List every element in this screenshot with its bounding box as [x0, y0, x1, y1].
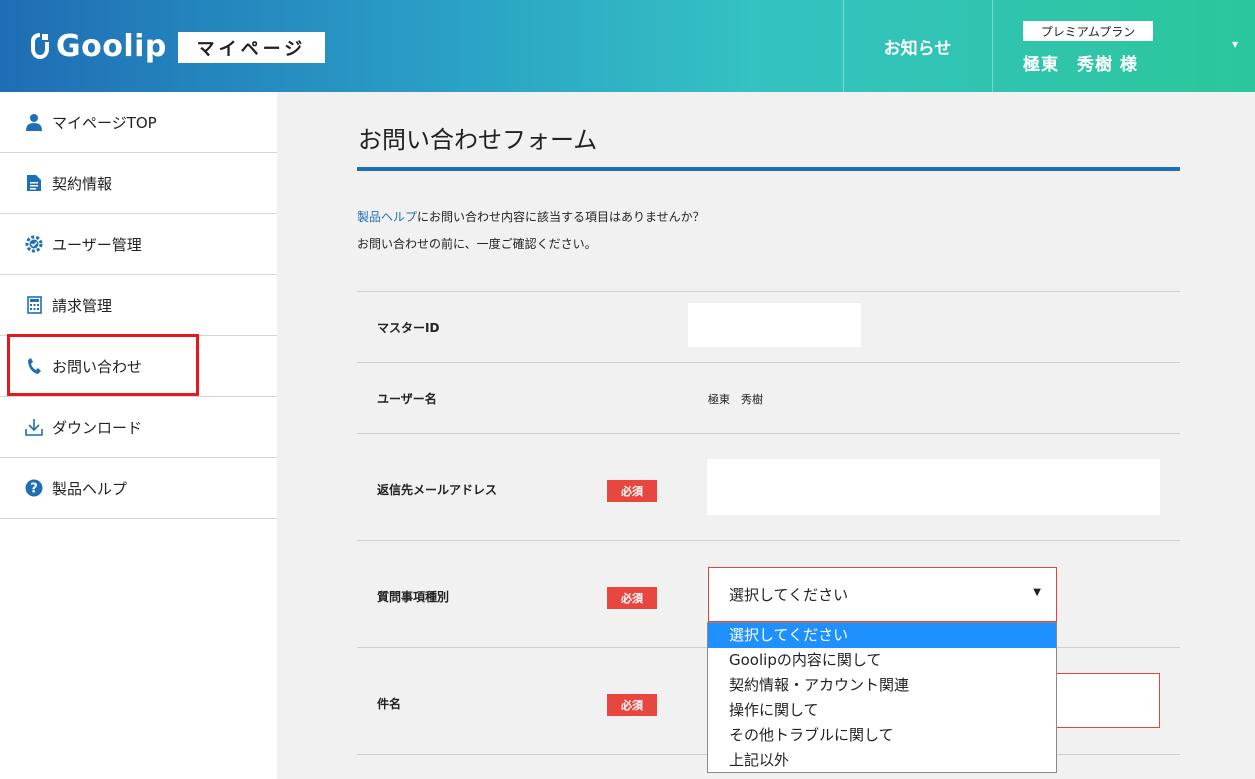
plan-badge: プレミアムプラン [1023, 21, 1153, 41]
person-icon [25, 113, 43, 131]
page-title: お問い合わせフォーム [358, 126, 598, 154]
title-underline [357, 167, 1180, 171]
help-icon: ? [25, 479, 43, 497]
row-divider [357, 540, 1180, 541]
subject-field[interactable] [1050, 673, 1160, 728]
sidebar-item-label: マイページTOP [52, 113, 157, 132]
intro-text: にお問い合わせ内容に該当する項目はありませんか？ [417, 210, 705, 224]
dropdown-option[interactable]: 操作に関して [708, 698, 1056, 723]
sidebar-item-user-management[interactable]: ユーザー管理 [0, 214, 277, 275]
mypage-badge: マイページ [178, 32, 325, 63]
goolip-logo[interactable]: Goolip [28, 26, 167, 66]
dropdown-option[interactable]: 上記以外 [708, 748, 1056, 773]
top-header: Goolip マイページ お知らせ プレミアムプラン 極東 秀樹 様 ▼ [0, 0, 1255, 92]
category-select[interactable]: 選択してください ▼ [708, 567, 1057, 622]
logo-text: Goolip [56, 28, 167, 64]
row-divider [357, 433, 1180, 434]
calculator-icon [25, 296, 43, 314]
category-label: 質問事項種別 [377, 590, 450, 604]
sidebar-item-product-help[interactable]: ? 製品ヘルプ [0, 458, 277, 519]
notice-link[interactable]: お知らせ [843, 0, 992, 92]
row-divider [357, 291, 1180, 292]
sidebar-item-label: ユーザー管理 [52, 235, 142, 254]
master-id-label: マスターID [377, 321, 440, 335]
sidebar-item-mypage-top[interactable]: マイページTOP [0, 92, 277, 153]
user-gear-icon [25, 235, 43, 253]
download-icon [25, 418, 43, 436]
dropdown-option[interactable]: 契約情報・アカウント関連 [708, 673, 1056, 698]
dropdown-option[interactable]: その他トラブルに関して [708, 723, 1056, 748]
sidebar-item-label: 契約情報 [52, 174, 113, 193]
sidebar-item-label: 請求管理 [52, 296, 113, 315]
sidebar-item-label: ダウンロード [52, 418, 143, 437]
dropdown-option[interactable]: Goolipの内容に関して [708, 648, 1056, 673]
sidebar-item-download[interactable]: ダウンロード [0, 397, 277, 458]
header-divider [992, 0, 993, 92]
product-help-link[interactable]: 製品ヘルプ [357, 210, 417, 224]
email-label: 返信先メールアドレス [377, 483, 498, 497]
intro-line-1: 製品ヘルプにお問い合わせ内容に該当する項目はありませんか？ [357, 208, 705, 225]
active-item-highlight [7, 334, 199, 396]
username-label: ユーザー名 [377, 392, 437, 406]
logo-mark-icon [31, 33, 49, 59]
master-id-field [688, 303, 861, 347]
required-badge: 必須 [607, 480, 657, 502]
dropdown-option[interactable]: 選択してください [708, 623, 1056, 648]
sidebar-item-contract[interactable]: 契約情報 [0, 153, 277, 214]
sidebar-item-label: 製品ヘルプ [52, 479, 128, 498]
required-badge: 必須 [607, 587, 657, 609]
intro-line-2: お問い合わせの前に、一度ご確認ください。 [357, 237, 597, 251]
subject-label: 件名 [377, 697, 402, 711]
category-selected-value: 選択してください [729, 586, 849, 604]
caret-down-icon[interactable]: ▼ [1232, 40, 1238, 49]
required-badge: 必須 [607, 694, 657, 716]
svg-text:?: ? [30, 482, 38, 497]
document-icon [25, 174, 43, 192]
username-value: 極東 秀樹 [708, 393, 763, 406]
email-field[interactable] [707, 459, 1160, 515]
row-divider [357, 362, 1180, 363]
dropdown-arrow-icon: ▼ [1033, 587, 1041, 598]
sidebar: マイページTOP 契約情報 ユーザー管理 請求管理 お問い合わせ ダウンロード … [0, 92, 277, 779]
sidebar-item-billing[interactable]: 請求管理 [0, 275, 277, 336]
category-dropdown-list: 選択してください Goolipの内容に関して 契約情報・アカウント関連 操作に関… [707, 622, 1057, 773]
user-menu[interactable]: 極東 秀樹 様 [1023, 50, 1138, 75]
